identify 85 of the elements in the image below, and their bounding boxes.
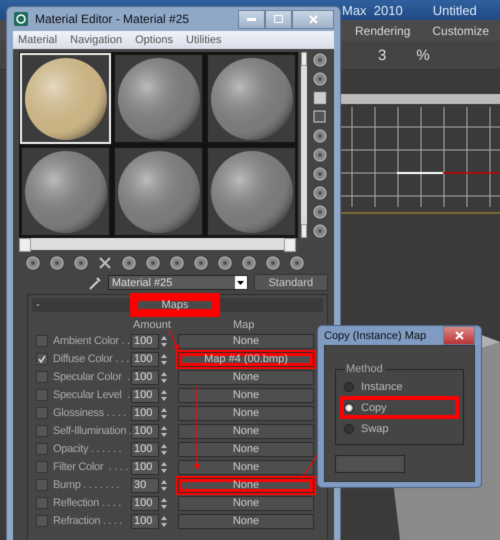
window-title: Material Editor - Material #25 bbox=[35, 12, 190, 26]
close-icon bbox=[454, 331, 464, 340]
toolbar-tool[interactable]: 3 bbox=[378, 46, 386, 64]
checkbox[interactable] bbox=[36, 389, 48, 401]
amount-field[interactable]: 100 bbox=[131, 406, 159, 420]
toolbar-tool[interactable]: % bbox=[416, 46, 430, 64]
map-button[interactable]: None bbox=[178, 388, 314, 402]
map-channel-label: Specular Color . bbox=[53, 371, 131, 383]
map-channel-label: Specular Level . bbox=[53, 389, 131, 401]
horizontal-scrollbar[interactable] bbox=[19, 238, 296, 250]
eyedropper-icon[interactable] bbox=[87, 274, 102, 290]
map-button[interactable]: None bbox=[178, 496, 314, 510]
map-channel-label: Reflection . . . . bbox=[53, 497, 122, 509]
dialog-title: Copy (Instance) Map bbox=[324, 330, 426, 342]
rollout-title: Maps bbox=[136, 299, 214, 311]
radio-option[interactable]: Copy bbox=[340, 396, 459, 419]
map-button[interactable]: None bbox=[178, 334, 314, 348]
amount-field[interactable]: 100 bbox=[131, 442, 159, 456]
checkbox[interactable] bbox=[36, 425, 48, 437]
map-channel-label: Diffuse Color . . . bbox=[53, 353, 130, 365]
amount-field[interactable]: 100 bbox=[131, 514, 159, 528]
map-channel-label: Self-Illumination . bbox=[53, 425, 131, 437]
map-button[interactable]: None bbox=[178, 442, 314, 456]
dropdown-caret-icon[interactable] bbox=[234, 276, 247, 289]
amount-field[interactable]: 30 bbox=[131, 478, 159, 492]
amount-field[interactable]: 100 bbox=[131, 460, 159, 474]
square-icon[interactable] bbox=[312, 109, 328, 125]
column-header: Map bbox=[233, 319, 254, 331]
map-button[interactable]: None bbox=[178, 460, 314, 474]
map-channel-label: Filter Color . . . . bbox=[53, 461, 129, 473]
checkbox[interactable] bbox=[36, 335, 48, 347]
checkbox[interactable] bbox=[36, 461, 48, 473]
amount-field[interactable]: 100 bbox=[131, 334, 159, 348]
close-button[interactable] bbox=[292, 10, 334, 28]
minimize-button[interactable] bbox=[238, 10, 265, 28]
group-label: Method bbox=[345, 363, 384, 375]
maximize-icon bbox=[274, 15, 283, 23]
app-title-text: Untitled bbox=[432, 2, 477, 18]
collapse-sign: - bbox=[35, 299, 40, 311]
menu-item[interactable]: Material bbox=[18, 34, 58, 46]
map-button[interactable]: Map #4 (00.bmp) bbox=[178, 352, 314, 366]
delete-icon[interactable] bbox=[97, 255, 113, 271]
maximize-button[interactable] bbox=[265, 10, 292, 28]
map-channel-label: Bump . . . . . . . bbox=[53, 479, 120, 491]
map-channel-label: Opacity . . . . . . bbox=[53, 443, 122, 455]
map-button[interactable]: None bbox=[178, 514, 314, 528]
map-button[interactable]: None bbox=[178, 406, 314, 420]
checkbox[interactable] bbox=[36, 497, 48, 509]
amount-field[interactable]: 100 bbox=[131, 370, 159, 384]
app-title-text: Max 2010 bbox=[342, 2, 403, 18]
vertical-scrollbar[interactable] bbox=[301, 52, 307, 238]
checkbox[interactable] bbox=[36, 371, 48, 383]
menu-item[interactable]: Customize bbox=[432, 24, 490, 38]
menu-item[interactable]: Options bbox=[135, 34, 174, 46]
app-logo-icon bbox=[13, 11, 29, 27]
minimize-icon bbox=[247, 18, 256, 20]
radio-option[interactable]: Instance bbox=[340, 375, 459, 398]
sphere-icon[interactable] bbox=[312, 52, 328, 68]
sphere-icon[interactable] bbox=[312, 204, 328, 220]
map-channel-label: Refraction . . . . bbox=[53, 515, 124, 527]
menu-item[interactable]: Rendering bbox=[355, 24, 410, 38]
checkbox[interactable] bbox=[36, 515, 48, 527]
close-icon bbox=[308, 14, 318, 24]
checkbox[interactable] bbox=[36, 479, 48, 491]
amount-field[interactable]: 100 bbox=[131, 424, 159, 438]
radio-option[interactable]: Swap bbox=[340, 417, 459, 440]
map-button[interactable]: None bbox=[178, 370, 314, 384]
material-name-dropdown[interactable]: Material #25 bbox=[108, 275, 248, 290]
menu-item[interactable]: Utilities bbox=[186, 34, 222, 46]
amount-field[interactable]: 100 bbox=[131, 352, 159, 366]
amount-field[interactable]: 100 bbox=[131, 388, 159, 402]
map-button[interactable]: None bbox=[178, 478, 314, 492]
menu-item[interactable]: Navigation bbox=[70, 34, 122, 46]
rollout-header[interactable]: - Maps bbox=[32, 298, 323, 312]
amount-field[interactable]: 100 bbox=[131, 496, 159, 510]
material-type-button[interactable]: Standard bbox=[254, 274, 328, 291]
checkbox[interactable] bbox=[36, 353, 48, 365]
annotation-arrow bbox=[170, 330, 179, 351]
map-button[interactable]: None bbox=[178, 424, 314, 438]
map-channel-label: Ambient Color . . bbox=[53, 335, 131, 347]
checkbox[interactable] bbox=[36, 407, 48, 419]
map-channel-label: Glossiness . . . . bbox=[53, 407, 127, 419]
checkbox[interactable] bbox=[36, 443, 48, 455]
close-button[interactable] bbox=[443, 326, 475, 345]
column-header: Amount bbox=[133, 319, 172, 331]
